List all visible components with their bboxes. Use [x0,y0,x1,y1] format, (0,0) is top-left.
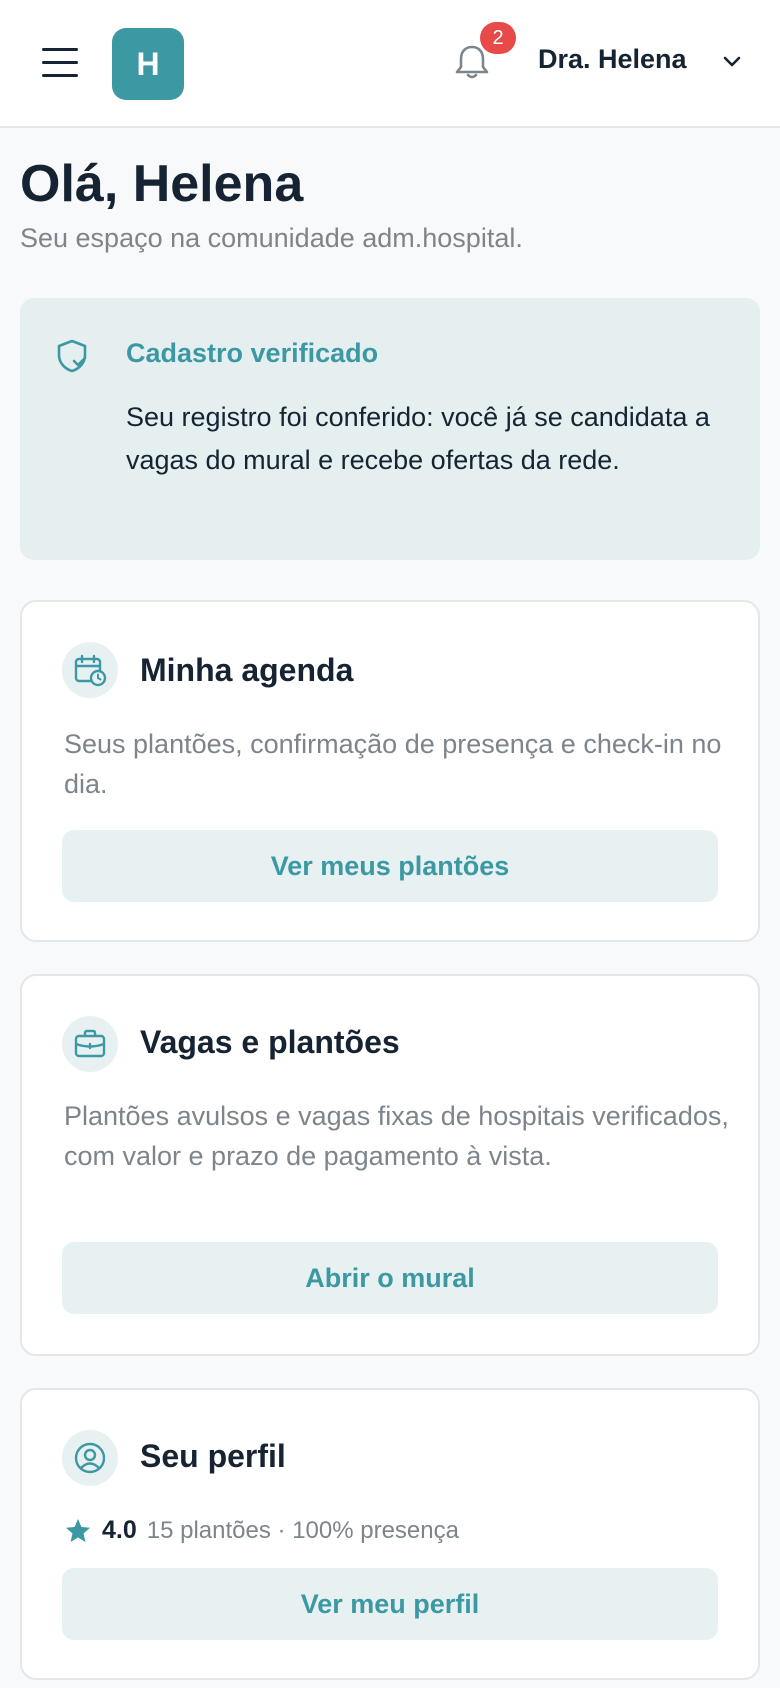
verification-text: Seu registro foi conferido: você já se c… [126,402,710,475]
card-agenda-description: Seus plantões, confirmação de presença e… [64,729,722,799]
card-perfil-title: Seu perfil [140,1438,286,1474]
card-vagas-description: Plantões avulsos e vagas fixas de hospit… [64,1101,729,1171]
rating-stats: 15 plantões · 100% presença [146,1516,459,1544]
chevron-down-icon[interactable] [720,52,744,72]
verification-notice: Cadastro verificado Seu registro foi con… [20,298,760,560]
user-menu-name[interactable]: Dra. Helena [538,44,687,75]
top-bar: H 2 Dra. Helena [0,0,780,128]
page-title: Olá, Helena [20,155,304,213]
profile-rating: 4.0 15 plantões · 100% presença [64,1516,459,1545]
notification-badge: 2 [480,22,516,54]
rating-score: 4.0 [102,1516,137,1544]
card-agenda-title: Minha agenda [140,652,354,688]
briefcase-icon [62,1016,118,1072]
calendar-clock-icon [62,642,118,698]
star-icon [66,1518,90,1542]
user-circle-icon [62,1430,118,1486]
abrir-o-mural-button[interactable]: Abrir o mural [62,1242,718,1314]
shield-check-icon [57,339,87,373]
card-vagas-title: Vagas e plantões [140,1024,400,1060]
hamburger-menu-icon[interactable] [40,44,80,78]
card-vagas: Vagas e plantões Plantões avulsos e vaga… [20,974,760,1356]
card-perfil: Seu perfil 4.0 15 plantões · 100% presen… [20,1388,760,1680]
ver-meu-perfil-button[interactable]: Ver meu perfil [62,1568,718,1640]
app-logo[interactable]: H [112,28,184,100]
page-subtitle: Seu espaço na comunidade adm.hospital. [20,223,523,253]
ver-meus-plantoes-button[interactable]: Ver meus plantões [62,830,718,902]
logo-letter: H [136,45,160,82]
verification-title: Cadastro verificado [126,338,379,368]
card-agenda: Minha agenda Seus plantões, confirmação … [20,600,760,942]
